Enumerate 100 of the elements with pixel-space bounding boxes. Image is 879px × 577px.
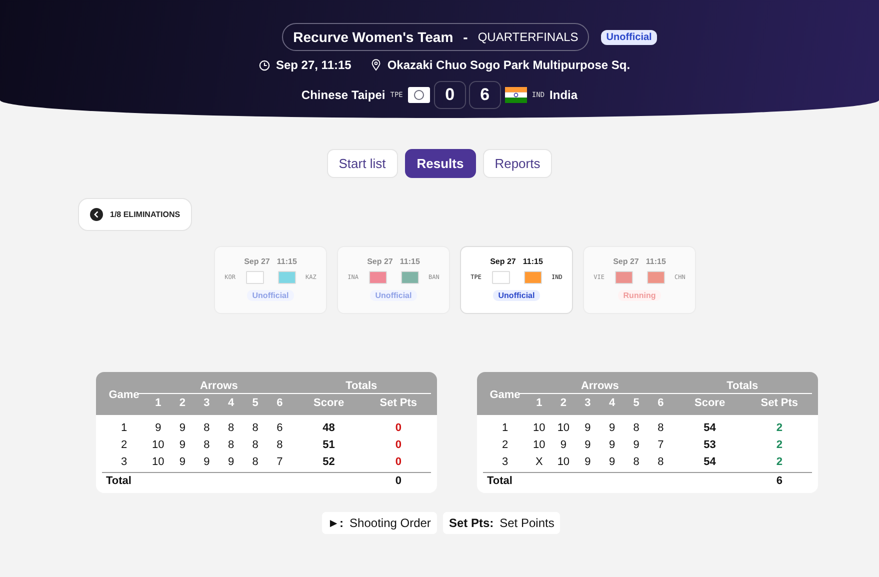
match-time: 11:15 <box>646 257 666 266</box>
table-cell-text: 0 <box>394 438 402 450</box>
table-cell-text: 51 <box>322 438 336 450</box>
table-cell-text: 0 <box>394 475 402 487</box>
match-date: Sep 27 <box>490 257 516 266</box>
status-badge: Unofficial <box>493 290 540 301</box>
table-cell-text: X <box>534 456 544 468</box>
back-button[interactable]: 1/8 ELIMINATIONS <box>78 198 192 231</box>
table-cell-text: 2 <box>775 422 784 434</box>
column-header: 2 <box>178 396 186 408</box>
chevron-left-icon <box>90 208 103 221</box>
column-header: Score <box>693 396 726 408</box>
column-header: Score <box>312 396 346 408</box>
flag-icon <box>408 87 430 103</box>
column-header: 1 <box>535 396 544 408</box>
table-cell-text: 1 <box>120 422 128 434</box>
total-label: Total <box>105 475 132 487</box>
match-date: Sep 27 <box>613 257 639 266</box>
tab[interactable]: Start list <box>326 149 398 178</box>
table-cell-text: 8 <box>632 456 640 468</box>
clock-icon <box>258 60 270 70</box>
column-header: 6 <box>656 396 665 408</box>
table-cell-text: 9 <box>584 422 592 434</box>
match-time: 11:15 <box>276 257 297 266</box>
table-cell-text: 54 <box>702 456 717 468</box>
table-cell-text: 9 <box>584 438 592 450</box>
table-cell-text: 8 <box>202 422 211 434</box>
phase-label: QUARTERFINALS <box>478 30 578 44</box>
column-group-header: Totals <box>726 380 760 392</box>
total-label: Total <box>486 475 514 487</box>
table-cell-text: 9 <box>559 438 568 450</box>
table-cell-text: 10 <box>532 422 546 434</box>
column-group-header: Arrows <box>580 380 620 392</box>
table-cell-text: 9 <box>226 456 236 468</box>
table-cell-text: 0 <box>394 456 402 468</box>
table-cell-text: 9 <box>202 456 211 468</box>
table-cell-text: 9 <box>632 438 640 450</box>
column-header: 5 <box>632 396 640 408</box>
legend-text: Shooting Order <box>350 516 431 530</box>
table-cell-text: 6 <box>775 475 784 487</box>
table-cell-text: 8 <box>251 438 260 450</box>
table-cell-text: 8 <box>226 422 236 434</box>
table-cell-text: 8 <box>656 422 665 434</box>
column-header: 3 <box>584 396 592 408</box>
status-badge: Running <box>618 290 661 301</box>
table-cell-text: 8 <box>276 438 284 450</box>
table-cell-text: 1 <box>500 422 510 434</box>
team-name: Chinese Taipei <box>301 88 386 102</box>
match-datetime: Sep 27, 11:15 <box>276 58 352 72</box>
column-header: 3 <box>202 396 211 408</box>
table-cell-text: 8 <box>251 422 260 434</box>
location-pin-icon <box>371 59 382 71</box>
table-cell-text: 10 <box>151 438 166 450</box>
column-header: 1 <box>154 396 162 408</box>
table-cell-text: 10 <box>556 422 571 434</box>
column-header: 6 <box>276 396 284 408</box>
legend-key: Set Pts: <box>448 516 494 530</box>
event-name: Recurve Women's Team <box>293 29 454 45</box>
column-header: Game <box>108 388 140 400</box>
table-cell-text: 10 <box>151 456 166 468</box>
column-header: 2 <box>559 396 568 408</box>
table-cell-text: 3 <box>120 456 128 468</box>
table-cell-text: 8 <box>656 456 665 468</box>
table-cell-text: 9 <box>178 456 186 468</box>
table-cell-text: 10 <box>556 456 571 468</box>
table-cell-text: 6 <box>276 422 284 434</box>
table-cell-text: 9 <box>608 422 616 434</box>
legend-key: ►: <box>328 516 344 530</box>
score-box: 0 <box>434 81 466 109</box>
table-cell-text: 9 <box>584 456 592 468</box>
table-cell-text: 8 <box>226 438 236 450</box>
flag-icon <box>504 87 527 103</box>
table-cell-text: 2 <box>120 438 128 450</box>
title-separator: - <box>463 29 468 45</box>
table-cell-text: 8 <box>251 456 260 468</box>
column-header: 4 <box>226 396 236 408</box>
status-badge: Unofficial <box>247 290 294 301</box>
tab[interactable]: Reports <box>482 149 552 178</box>
match-date: Sep 27 <box>367 257 393 266</box>
table-cell-text: 8 <box>202 438 211 450</box>
column-header: 4 <box>608 396 616 408</box>
venue-name: Okazaki Chuo Sogo Park Multipurpose Sq. <box>387 58 630 72</box>
tab[interactable]: Results <box>404 149 476 178</box>
table-cell-text: 7 <box>276 456 284 468</box>
match-time: 11:15 <box>400 257 420 266</box>
table-cell-text: 52 <box>322 456 336 468</box>
table-cell-text: 48 <box>322 422 336 434</box>
match-date: Sep 27 <box>244 257 270 266</box>
score-box: 6 <box>468 81 501 109</box>
column-group-header: Arrows <box>198 380 239 392</box>
table-cell-text: 9 <box>178 422 186 434</box>
team-name: India <box>550 88 578 102</box>
table-cell-text: 2 <box>775 438 784 450</box>
column-group-header: Totals <box>344 380 378 392</box>
table-cell-text: 8 <box>632 422 640 434</box>
table-cell-text: 2 <box>500 438 510 450</box>
table-cell-text: 0 <box>394 422 402 434</box>
table-cell-text: 10 <box>532 438 546 450</box>
column-header: Set Pts <box>760 396 800 408</box>
table-cell-text: 53 <box>702 438 717 450</box>
